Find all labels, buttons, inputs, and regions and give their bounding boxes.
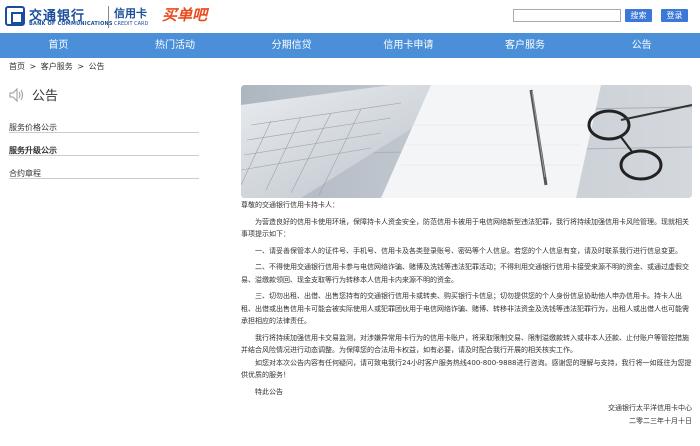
notice-paragraph: 如您对本次公告内容有任何疑问，请可致电我行24小时客户服务热线400-800-9… (241, 358, 692, 380)
nav-item-customer-service[interactable]: 客户服务 (467, 33, 584, 58)
search-button[interactable]: 搜索 (625, 9, 652, 22)
sidebar-divider (9, 132, 199, 133)
breadcrumb-separator: > (77, 62, 85, 71)
laptop-notebook-illustration (241, 85, 692, 198)
breadcrumb: 首页 > 客户服务 > 公告 (9, 61, 107, 72)
sidebar-title-text: 公告 (32, 89, 59, 104)
breadcrumb-separator: > (29, 62, 37, 71)
sidebar-divider (9, 155, 199, 156)
notice-paragraph: 一、请妥善保管本人的证件号、手机号、信用卡及各类登录账号、密码等个人信息。若您的… (255, 246, 682, 255)
hero-image (241, 85, 692, 198)
breadcrumb-current: 公告 (88, 62, 105, 71)
notice-paragraph: 三、切勿出租、出借、出售您持有的交通银行信用卡或转卖、购买银行卡信息；切勿提供您… (241, 292, 689, 325)
credit-card-label-en: CREDIT CARD (114, 21, 149, 27)
breadcrumb-home[interactable]: 首页 (9, 62, 25, 71)
brand-logo[interactable]: 买单吧 (162, 4, 207, 25)
sidebar-title: 公告 (9, 85, 58, 104)
breadcrumb-service[interactable]: 客户服务 (41, 62, 73, 71)
notice-paragraph: 我行将持续加强信用卡交易监测，对涉嫌异常用卡行为的信用卡账户，将采取限制交易、限… (241, 333, 689, 355)
sidebar-divider (9, 178, 199, 179)
nav-item-card-apply[interactable]: 信用卡申请 (350, 33, 467, 58)
notice-date: 二零二三年十月十日 (629, 416, 692, 425)
login-button[interactable]: 登录 (661, 9, 688, 22)
nav-item-notice[interactable]: 公告 (583, 33, 700, 58)
credit-card-label[interactable]: 信用卡 (114, 5, 147, 21)
speaker-icon (9, 87, 23, 102)
main-nav: 首页 热门活动 分期信贷 信用卡申请 客户服务 公告 (0, 33, 700, 58)
notice-closing: 特此公告 (255, 387, 283, 396)
bank-logo-icon[interactable] (5, 6, 25, 26)
notice-signer: 交通银行太平洋信用卡中心 (608, 404, 692, 412)
notice-paragraph: 二、不得使用交通银行信用卡参与电信网络诈骗、赌博及洗钱等违法犯罪活动；不得利用交… (241, 263, 689, 284)
notice-content: 尊敬的交通银行信用卡持卡人： 为营造良好的信用卡使用环境，保障持卡人资金安全，防… (241, 199, 692, 427)
notice-paragraph: 为营造良好的信用卡使用环境，保障持卡人资金安全，防范信用卡被用于电信网络新型违法… (241, 217, 689, 239)
logo-divider (108, 6, 109, 28)
search-input[interactable] (513, 9, 621, 22)
notice-greeting: 尊敬的交通银行信用卡持卡人： (241, 201, 339, 209)
bank-name-en: BANK OF COMMUNICATIONS (29, 21, 113, 27)
site-header: 交通银行 BANK OF COMMUNICATIONS 信用卡 CREDIT C… (0, 0, 700, 33)
nav-item-installment[interactable]: 分期信贷 (233, 33, 350, 58)
nav-item-home[interactable]: 首页 (0, 33, 117, 58)
nav-item-hot-events[interactable]: 热门活动 (117, 33, 234, 58)
